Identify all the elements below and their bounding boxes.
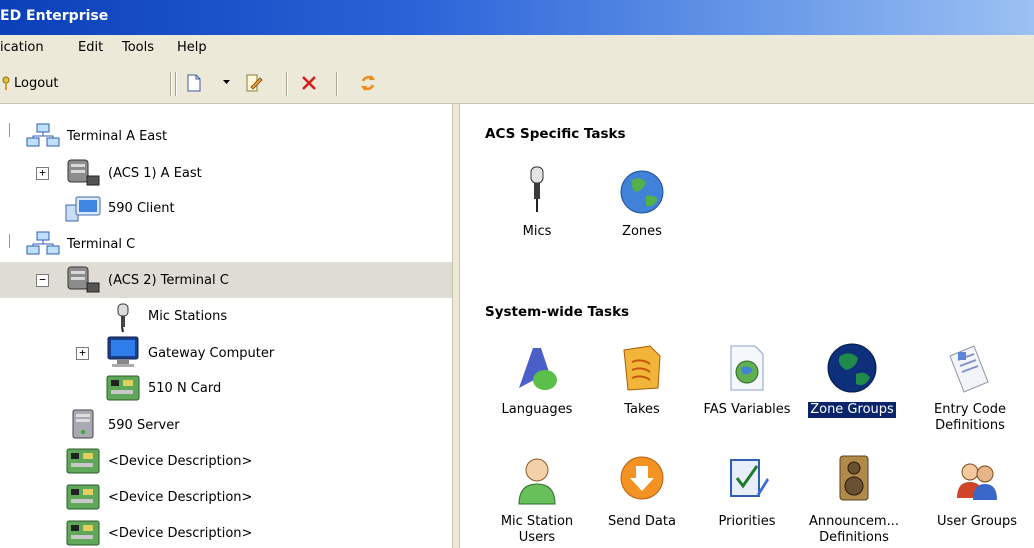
user-group-icon xyxy=(957,463,997,500)
new-document-icon[interactable] xyxy=(186,74,202,92)
dropdown-arrow-icon[interactable] xyxy=(223,80,231,86)
client-computer-icon xyxy=(65,196,101,222)
menu-help[interactable]: Help xyxy=(177,40,207,55)
circuit-card-icon xyxy=(106,375,140,401)
task-entry-code-definitions[interactable]: Entry Code Definitions xyxy=(906,342,1034,434)
pane-splitter[interactable] xyxy=(452,104,460,548)
circuit-card-icon xyxy=(66,520,100,546)
task-mics[interactable]: Mics xyxy=(487,166,587,240)
title-bar: ED Enterprise xyxy=(0,0,1034,35)
task-mic-station-users[interactable]: Mic Station Users xyxy=(487,454,587,546)
system-tasks-heading: System-wide Tasks xyxy=(485,304,630,320)
microphone-icon xyxy=(117,303,129,333)
tree-node-mic-stations[interactable]: Mic Stations xyxy=(0,303,452,333)
menu-tools[interactable]: Tools xyxy=(122,40,154,55)
edit-document-icon[interactable] xyxy=(245,73,263,93)
task-takes[interactable]: Takes xyxy=(592,342,692,418)
fas-variables-icon xyxy=(730,345,764,391)
dark-globe-icon xyxy=(827,343,877,393)
toolbar: Logout xyxy=(0,63,1034,104)
acs-server-icon xyxy=(67,159,100,186)
tree-node-device-description[interactable]: <Device Description> xyxy=(0,520,452,546)
tree-node-terminal-a-east[interactable]: Terminal A East xyxy=(0,123,452,149)
menu-bar: ication Edit Tools Help xyxy=(0,35,1034,63)
task-zone-groups[interactable]: Zone Groups xyxy=(802,342,902,419)
download-arrow-icon xyxy=(620,456,664,500)
network-icon xyxy=(26,231,60,255)
collapse-toggle[interactable]: − xyxy=(36,274,49,287)
globe-icon xyxy=(620,170,664,214)
task-user-groups[interactable]: User Groups xyxy=(920,454,1034,530)
tree-node-device-description[interactable]: <Device Description> xyxy=(0,448,452,474)
tree-node-acs2[interactable]: − (ACS 2) Terminal C xyxy=(0,262,452,298)
circuit-card-icon xyxy=(66,484,100,510)
checklist-icon xyxy=(730,459,769,497)
logout-button[interactable]: Logout xyxy=(0,72,140,96)
expand-toggle[interactable]: + xyxy=(36,167,49,180)
server-tower-icon xyxy=(72,409,94,439)
network-icon xyxy=(26,123,60,147)
tree-node-590-server[interactable]: 590 Server xyxy=(0,409,452,439)
task-zone-groups-label: Zone Groups xyxy=(807,401,897,419)
tree-node-590-client[interactable]: 590 Client xyxy=(0,195,452,222)
key-icon xyxy=(2,76,10,90)
microphone-icon xyxy=(530,166,544,212)
expand-toggle[interactable]: + xyxy=(76,347,89,360)
tree-node-510-n-card[interactable]: 510 N Card xyxy=(0,375,452,401)
acs-tasks-heading: ACS Specific Tasks xyxy=(485,126,626,142)
speaker-icon xyxy=(839,455,869,501)
languages-icon xyxy=(519,348,557,390)
entry-code-icon xyxy=(949,345,989,393)
logout-label: Logout xyxy=(14,76,59,91)
task-priorities[interactable]: Priorities xyxy=(697,454,797,530)
tree-node-gateway-computer[interactable]: + Gateway Computer xyxy=(0,336,452,367)
delete-icon[interactable] xyxy=(301,75,317,91)
task-pane: ACS Specific Tasks Mics Zones System-wid… xyxy=(460,104,1034,548)
tree-node-device-description[interactable]: <Device Description> xyxy=(0,484,452,510)
task-zones[interactable]: Zones xyxy=(592,166,692,240)
tree-node-terminal-c[interactable]: Terminal C xyxy=(0,231,452,257)
menu-edit[interactable]: Edit xyxy=(78,40,103,55)
computer-monitor-icon xyxy=(107,336,139,367)
refresh-icon[interactable] xyxy=(359,73,377,93)
takes-icon xyxy=(623,345,661,391)
tree-node-acs1[interactable]: + (ACS 1) A East xyxy=(0,159,452,186)
task-send-data[interactable]: Send Data xyxy=(592,454,692,530)
circuit-card-icon xyxy=(66,448,100,474)
menu-application[interactable]: ication xyxy=(0,40,44,55)
task-languages[interactable]: Languages xyxy=(487,342,587,418)
tree-pane: Terminal A East + (ACS 1) A East 590 Cli… xyxy=(0,104,452,548)
window-title: ED Enterprise xyxy=(0,8,109,24)
task-fas-variables[interactable]: FAS Variables xyxy=(697,342,797,418)
user-icon xyxy=(518,458,556,505)
acs-server-icon xyxy=(67,266,100,293)
task-announcement-definitions[interactable]: Announcem... Definitions xyxy=(802,454,906,546)
